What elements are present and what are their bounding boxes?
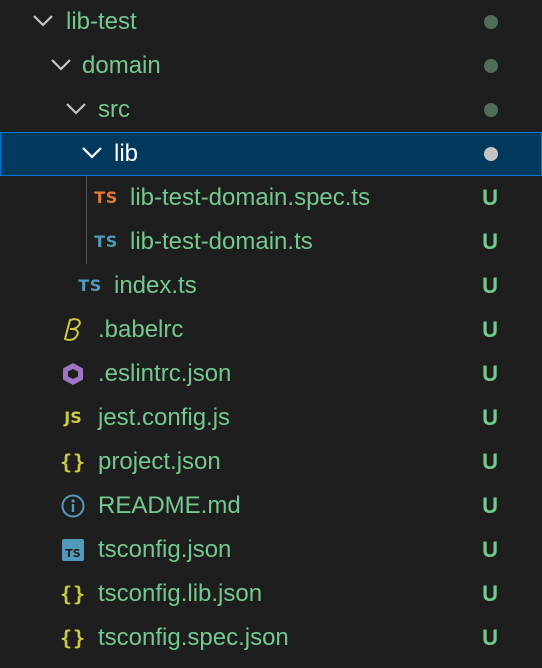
javascript-icon: JS [64, 408, 82, 427]
tree-item-label: lib-test [66, 8, 137, 35]
tree-file-lib-test-domain-spec-ts[interactable]: TS lib-test-domain.spec.ts U [0, 176, 542, 220]
eslint-icon [59, 352, 87, 396]
babel-icon [59, 308, 87, 352]
untracked-status-badge: U [482, 361, 498, 386]
typescript-icon: TS [94, 232, 118, 251]
untracked-status-badge: U [482, 405, 498, 430]
tree-item-label: tsconfig.lib.json [98, 580, 263, 607]
tree-file-tsconfig-lib-json[interactable]: {} tsconfig.lib.json U [0, 572, 542, 616]
tree-file-lib-test-domain-ts[interactable]: TS lib-test-domain.ts U [0, 220, 542, 264]
tree-item-label: .eslintrc.json [98, 360, 232, 387]
tree-file-project-json[interactable]: {} project.json U [0, 440, 542, 484]
tree-item-label: src [98, 96, 130, 123]
chevron-down-icon[interactable] [50, 44, 74, 88]
modified-dot-indicator [484, 147, 498, 161]
modified-dot-indicator [484, 59, 498, 73]
svg-text:TS: TS [65, 547, 81, 560]
tree-file-readme-md[interactable]: README.md U [0, 484, 542, 528]
tree-file-tsconfig-spec-json[interactable]: {} tsconfig.spec.json U [0, 616, 542, 660]
json-braces-icon: {} [59, 626, 87, 650]
untracked-status-badge: U [482, 581, 498, 606]
tree-item-label: domain [82, 52, 161, 79]
tree-item-label: jest.config.js [98, 404, 231, 431]
tree-file-babelrc[interactable]: .babelrc U [0, 308, 542, 352]
tree-item-label: tsconfig.spec.json [98, 624, 289, 651]
modified-dot-indicator [484, 15, 498, 29]
chevron-down-icon[interactable] [81, 132, 105, 176]
tree-file-eslintrc-json[interactable]: .eslintrc.json U [0, 352, 542, 396]
tsconfig-icon: TS [59, 528, 87, 572]
tree-item-label: README.md [98, 492, 241, 519]
untracked-status-badge: U [482, 449, 498, 474]
tree-folder-lib[interactable]: lib [0, 132, 542, 176]
indent-guide [86, 176, 87, 264]
chevron-down-icon[interactable] [65, 88, 89, 132]
typescript-icon: TS [78, 276, 102, 295]
tree-item-label: project.json [98, 448, 221, 475]
tree-item-label: lib [114, 140, 139, 167]
tree-item-label: lib-test-domain.spec.ts [130, 184, 371, 211]
tree-item-label: index.ts [114, 272, 197, 299]
tree-item-label: lib-test-domain.ts [130, 228, 313, 255]
typescript-test-icon: TS [94, 188, 118, 207]
untracked-status-badge: U [482, 625, 498, 650]
tree-folder-src[interactable]: src [0, 88, 542, 132]
untracked-status-badge: U [482, 185, 498, 210]
tree-file-tsconfig-json[interactable]: TS tsconfig.json U [0, 528, 542, 572]
tree-item-label: .babelrc [98, 316, 184, 343]
json-braces-icon: {} [59, 450, 87, 474]
untracked-status-badge: U [482, 229, 498, 254]
untracked-status-badge: U [482, 273, 498, 298]
chevron-down-icon[interactable] [32, 0, 56, 44]
untracked-status-badge: U [482, 493, 498, 518]
tree-item-label: tsconfig.json [98, 536, 232, 563]
tree-folder-lib-test[interactable]: lib-test [0, 0, 542, 44]
tree-file-index-ts[interactable]: TS index.ts U [0, 264, 542, 308]
untracked-status-badge: U [482, 317, 498, 342]
tree-folder-domain[interactable]: domain [0, 44, 542, 88]
file-explorer-tree: lib-test domain src lib TS lib-test-doma… [0, 0, 542, 668]
modified-dot-indicator [484, 103, 498, 117]
info-icon [59, 484, 87, 528]
json-braces-icon: {} [59, 582, 87, 606]
untracked-status-badge: U [482, 537, 498, 562]
tree-file-jest-config-js[interactable]: JS jest.config.js U [0, 396, 542, 440]
